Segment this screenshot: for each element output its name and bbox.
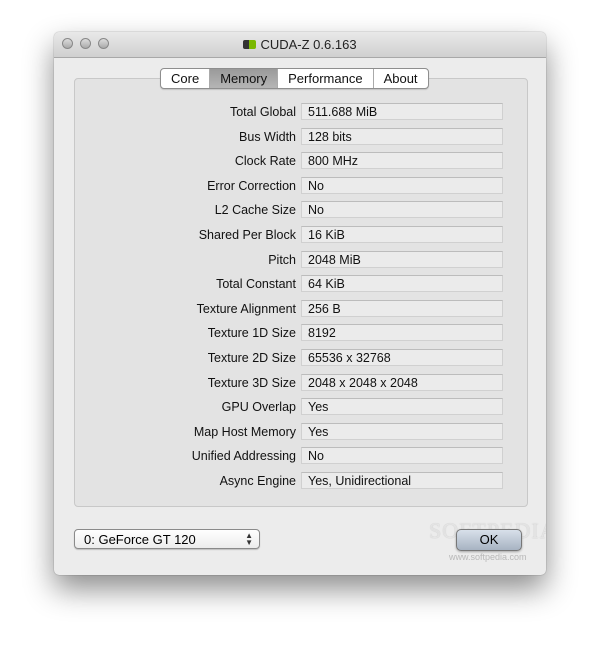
info-row: L2 Cache Size No bbox=[54, 201, 546, 220]
row-value: 256 B bbox=[301, 299, 503, 317]
row-label: Clock Rate bbox=[234, 154, 296, 169]
row-label: Map Host Memory bbox=[193, 424, 296, 439]
row-value: Yes, Unidirectional bbox=[301, 472, 503, 489]
row-value: 64 KiB bbox=[301, 275, 503, 293]
info-row: Texture 2D Size 65536 x 32768 bbox=[54, 349, 546, 368]
info-row: Error Correction No bbox=[54, 176, 546, 196]
tab-bar: Core Memory Performance About bbox=[160, 68, 429, 89]
row-label: Pitch bbox=[268, 252, 296, 267]
row-label: Async Engine bbox=[219, 474, 296, 488]
info-row: Async Engine Yes, Unidirectional bbox=[54, 472, 546, 491]
info-row: Shared Per Block 16 KiB bbox=[54, 226, 546, 245]
device-select-value: 0: GeForce GT 120 bbox=[84, 532, 196, 547]
row-value: 2048 x 2048 x 2048 bbox=[301, 373, 503, 391]
tab-about[interactable]: About bbox=[372, 69, 428, 88]
row-value: No bbox=[301, 201, 503, 219]
row-value: 2048 MiB bbox=[301, 250, 503, 268]
window-title: CUDA-Z 0.6.163 bbox=[54, 37, 546, 52]
row-value: 8192 bbox=[301, 324, 503, 342]
row-value: Yes bbox=[301, 398, 503, 416]
row-value: Yes bbox=[301, 422, 503, 440]
tab-performance[interactable]: Performance bbox=[277, 69, 372, 88]
info-row: Clock Rate 800 MHz bbox=[54, 152, 546, 171]
row-value: 800 MHz bbox=[301, 152, 503, 170]
row-label: Total Constant bbox=[216, 277, 296, 292]
row-value: 16 KiB bbox=[301, 226, 503, 243]
main-window: CUDA-Z 0.6.163 Core Memory Performance A… bbox=[54, 32, 546, 575]
cuda-z-logo-icon bbox=[243, 40, 257, 49]
row-label: Unified Addressing bbox=[191, 449, 296, 464]
row-value: No bbox=[301, 447, 503, 465]
row-label: GPU Overlap bbox=[221, 400, 296, 415]
softpedia-watermark-url: www.softpedia.com bbox=[449, 552, 527, 562]
row-value: 128 bits bbox=[301, 127, 503, 145]
device-select[interactable]: 0: GeForce GT 120 ▲ ▼ bbox=[74, 529, 260, 549]
info-row: Map Host Memory Yes bbox=[54, 422, 546, 442]
row-label: Shared Per Block bbox=[198, 228, 296, 242]
row-label: Bus Width bbox=[239, 129, 296, 144]
info-row: Texture Alignment 256 B bbox=[54, 299, 546, 319]
info-row: GPU Overlap Yes bbox=[54, 398, 546, 417]
row-value: 65536 x 32768 bbox=[301, 349, 503, 366]
row-label: Texture 3D Size bbox=[207, 375, 296, 390]
info-row: Total Constant 64 KiB bbox=[54, 275, 546, 294]
ok-button[interactable]: OK bbox=[456, 529, 522, 551]
info-row: Pitch 2048 MiB bbox=[54, 250, 546, 270]
row-label: Total Global bbox=[229, 105, 296, 119]
tab-core[interactable]: Core bbox=[161, 69, 209, 88]
row-value: No bbox=[301, 176, 503, 194]
info-row: Total Global 511.688 MiB bbox=[54, 103, 546, 122]
row-label: Texture Alignment bbox=[196, 301, 296, 316]
info-row: Texture 1D Size 8192 bbox=[54, 324, 546, 343]
updown-arrows-icon: ▲ ▼ bbox=[245, 531, 253, 547]
row-label: Error Correction bbox=[207, 178, 296, 193]
info-row: Unified Addressing No bbox=[54, 447, 546, 466]
window-title-text: CUDA-Z 0.6.163 bbox=[260, 37, 357, 52]
row-label: Texture 2D Size bbox=[207, 351, 296, 365]
info-row: Texture 3D Size 2048 x 2048 x 2048 bbox=[54, 373, 546, 393]
tab-memory[interactable]: Memory bbox=[209, 69, 278, 88]
row-label: Texture 1D Size bbox=[207, 326, 296, 341]
info-row: Bus Width 128 bits bbox=[54, 127, 546, 147]
row-value: 511.688 MiB bbox=[301, 103, 503, 120]
row-label: L2 Cache Size bbox=[214, 203, 296, 218]
title-bar[interactable]: CUDA-Z 0.6.163 bbox=[54, 32, 546, 58]
